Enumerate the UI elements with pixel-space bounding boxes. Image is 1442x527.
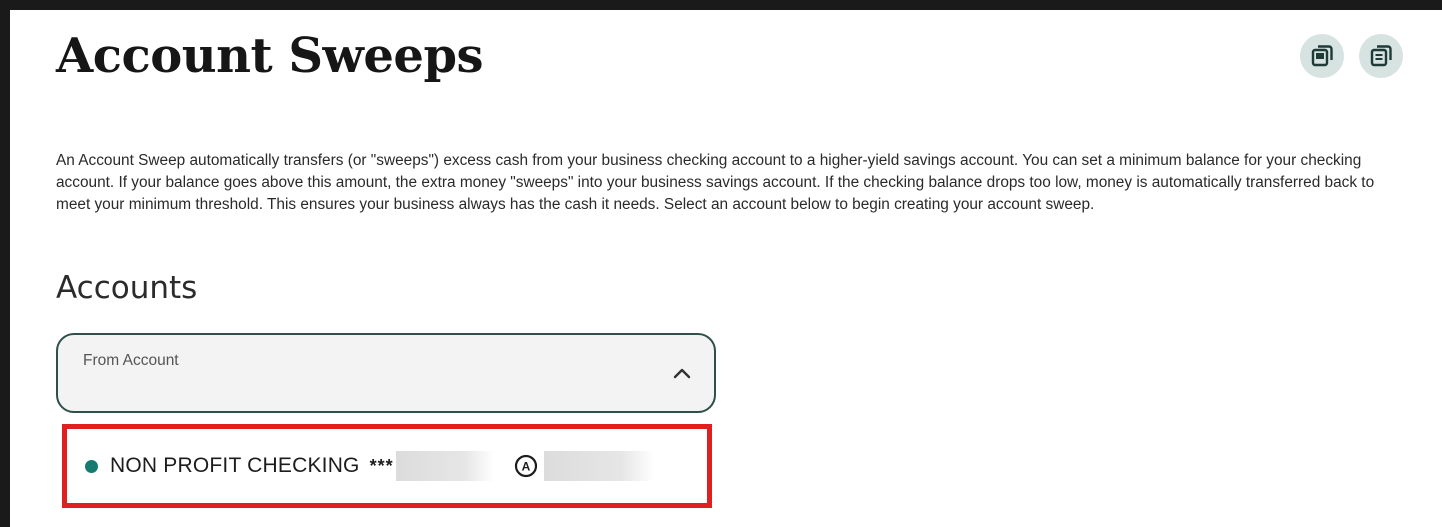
- available-balance-icon: A: [514, 454, 538, 478]
- page-title: Account Sweeps: [56, 28, 484, 84]
- document-copy-button[interactable]: [1359, 34, 1403, 78]
- accounts-section-title: Accounts: [56, 270, 198, 306]
- account-option-non-profit-checking[interactable]: NON PROFIT CHECKING *** A: [67, 429, 707, 503]
- copy-window-icon: [1311, 45, 1333, 67]
- from-account-label: From Account: [83, 352, 179, 369]
- chevron-up-icon[interactable]: [672, 363, 692, 383]
- account-options-menu: NON PROFIT CHECKING *** A: [62, 424, 712, 508]
- status-dot-icon: [85, 459, 98, 473]
- from-account-select[interactable]: From Account: [56, 333, 716, 413]
- copy-window-button[interactable]: [1300, 34, 1344, 78]
- intro-description: An Account Sweep automatically transfers…: [56, 152, 1375, 213]
- account-option-name: NON PROFIT CHECKING: [110, 454, 360, 477]
- account-number-mask: ***: [369, 455, 394, 476]
- svg-text:A: A: [521, 460, 530, 474]
- redacted-balance: [543, 451, 654, 481]
- document-copy-icon: [1370, 45, 1392, 67]
- redacted-account-number: [395, 451, 494, 481]
